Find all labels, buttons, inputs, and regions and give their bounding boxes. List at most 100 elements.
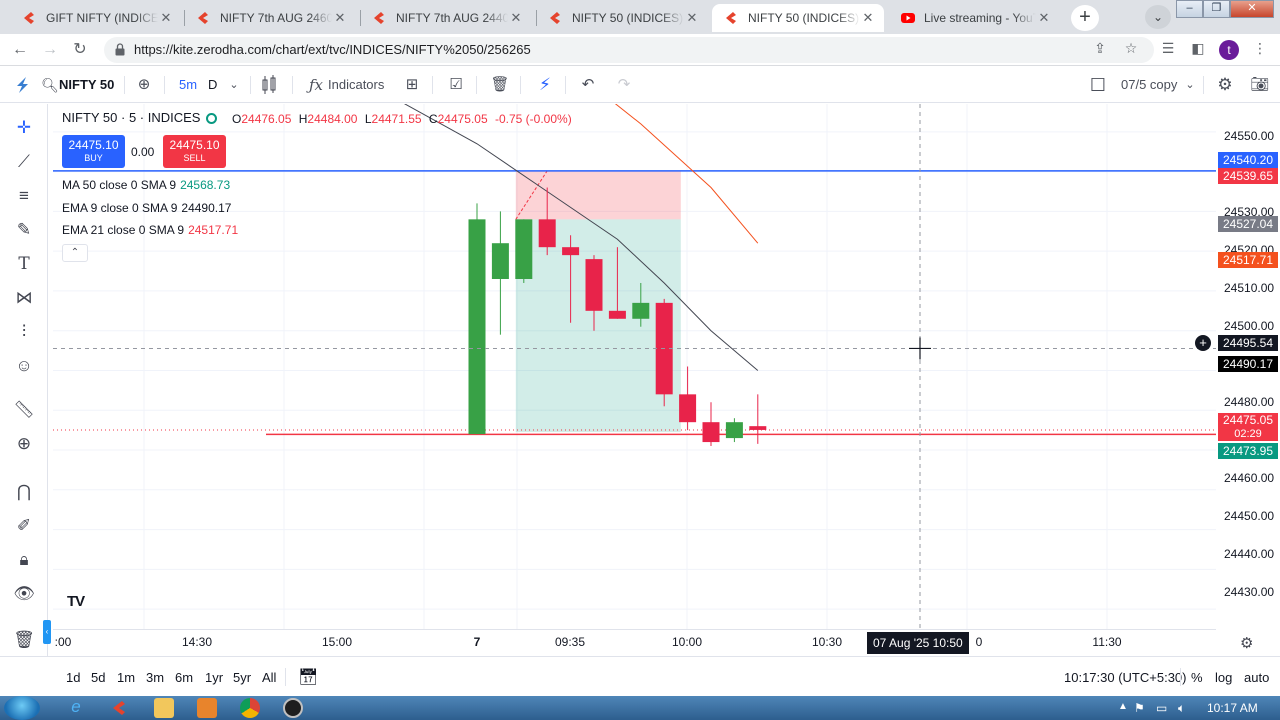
minimize-button[interactable]: – [1176,0,1203,18]
toolbar-collapse-handle[interactable]: ‹ [43,620,51,644]
tab-close-icon[interactable]: ✕ [508,10,524,26]
new-tab-button[interactable]: + [1071,5,1099,31]
clock-timezone[interactable]: 10:17:30 (UTC+5:30) [1064,670,1186,685]
indicator-legend-ma50[interactable]: MA 50 close 0 SMA 9 24568.73 [62,178,230,192]
restore-button[interactable]: ❐ [1203,0,1230,18]
candles-icon[interactable] [261,75,277,95]
media-player-icon[interactable] [197,698,217,718]
indicator-legend-ema9[interactable]: EMA 9 close 0 SMA 9 24490.17 [62,201,231,215]
omnibox[interactable]: https://kite.zerodha.com/chart/ext/tvc/I… [104,37,1154,63]
redo-icon[interactable]: ↷ [614,75,634,95]
range-1m[interactable]: 1m [117,670,135,685]
trash-icon[interactable]: 🗑︎ [12,628,36,652]
magnet-icon[interactable]: ⋂ [12,480,36,504]
layout-square-icon[interactable]: ☐ [1088,75,1108,95]
browser-tab[interactable]: NIFTY 50 (INDICES) 24 ✕ [536,4,708,32]
side-panel-icon[interactable]: ◧ [1188,38,1208,58]
pattern-tool-icon[interactable]: ⋈ [12,286,36,310]
browser-menu-icon[interactable]: ⋮ [1250,38,1270,58]
interval-selector[interactable]: 5m [179,75,197,95]
indicators-button[interactable]: Indicators [328,75,384,95]
tab-search-icon[interactable]: ⌄ [1145,5,1171,29]
network-icon[interactable]: ▭ [1156,701,1167,715]
share-icon[interactable]: ⇪ [1090,38,1110,58]
tradingview-logo[interactable]: TV [67,593,85,610]
add-alert-plus-icon[interactable]: + [1195,335,1211,351]
browser-tab[interactable]: GIFT NIFTY (INDICES) 2 ✕ [10,4,182,32]
goto-date-calendar-icon[interactable]: 📅︎ [298,667,318,687]
settings-gear-icon[interactable]: ⚙︎ [1215,75,1235,95]
crosshair-tool-icon[interactable]: ✛ [12,116,36,140]
eye-visibility-icon[interactable]: 👁︎ [12,582,36,606]
range-5yr[interactable]: 5yr [233,670,251,685]
range-1d[interactable]: 1d [66,670,80,685]
range-6m[interactable]: 6m [175,670,193,685]
percent-scale-toggle[interactable]: % [1191,670,1203,685]
tab-close-icon[interactable]: ✕ [1036,10,1052,26]
internet-explorer-icon[interactable]: e [66,698,86,718]
buy-button[interactable]: 24475.10 BUY [62,135,125,168]
compare-add-icon[interactable]: ⊕ [134,75,154,95]
zoom-in-icon[interactable]: ⊕ [12,432,36,456]
tab-close-icon[interactable]: ✕ [158,10,174,26]
chevron-down-icon[interactable]: ⌄ [1180,75,1200,95]
search-icon[interactable]: 🔍︎ [40,75,60,95]
url-text[interactable]: https://kite.zerodha.com/chart/ext/tvc/I… [134,42,531,57]
trend-line-icon[interactable]: ⟋ [12,150,36,174]
reading-list-icon[interactable]: ☰ [1158,38,1178,58]
tray-up-arrow-icon[interactable]: ▲ [1118,701,1128,712]
chart-style-selector[interactable]: D [208,75,217,95]
forward-arrow-icon[interactable]: → [40,40,60,60]
browser-tab[interactable]: NIFTY 7th AUG 24400 ✕ [360,4,532,32]
browser-tab-active[interactable]: NIFTY 50 (INDICES) 24 ✕ [712,4,884,32]
sell-button[interactable]: 24475.10 SELL [163,135,226,168]
volume-icon[interactable]: 🔈︎ [1178,701,1185,716]
legend-collapse-chevron-up-icon[interactable]: ⌃ [62,244,88,262]
pen-brush-icon[interactable]: ✎ [12,218,36,242]
camera-icon[interactable]: 📷︎ [1250,75,1270,95]
horizontal-lines-icon[interactable]: ≡ [12,184,36,208]
lightning-icon[interactable]: ⚡︎ [535,75,555,95]
range-all[interactable]: All [262,670,276,685]
browser-tab[interactable]: NIFTY 7th AUG 24600 ✕ [184,4,356,32]
file-explorer-icon[interactable] [154,698,174,718]
indicators-fx-icon[interactable]: ƒx [306,75,326,95]
range-1yr[interactable]: 1yr [205,670,223,685]
browser-tab[interactable]: Live streaming - YouTu ✕ [888,4,1060,32]
symbol-legend[interactable]: NIFTY 50 · 5 · INDICES [62,110,200,125]
obs-recorder-icon[interactable] [283,698,303,718]
lock-drawing-pencil-icon[interactable]: ✐ [12,514,36,538]
chrome-icon[interactable] [240,698,260,718]
prediction-tool-icon[interactable]: ⫶ [12,320,36,344]
auto-scale-toggle[interactable]: auto [1244,670,1269,685]
chevron-down-icon[interactable]: ⌄ [224,75,244,95]
bookmark-star-icon[interactable]: ☆ [1121,38,1141,58]
symbol-search[interactable]: NIFTY 50 [59,75,114,95]
time-axis[interactable]: :00 14:30 15:00 7 09:35 10:00 10:30 0 11… [53,629,1216,655]
tab-close-icon[interactable]: ✕ [860,10,876,26]
profile-avatar[interactable]: t [1219,40,1239,60]
undo-icon[interactable]: ↶ [578,75,598,95]
log-scale-toggle[interactable]: log [1215,670,1232,685]
templates-grid-icon[interactable]: ⊞ [402,75,422,95]
system-clock[interactable]: 10:17 AM [1207,701,1258,715]
flag-icon[interactable]: ⚑ [1134,701,1145,715]
trash-icon[interactable]: 🗑︎ [490,75,510,95]
tab-close-icon[interactable]: ✕ [684,10,700,26]
range-3m[interactable]: 3m [146,670,164,685]
lock-icon[interactable]: 🔒︎ [12,548,36,572]
text-tool-icon[interactable]: T [12,252,36,276]
close-window-button[interactable]: ✕ [1230,0,1274,18]
tab-close-icon[interactable]: ✕ [332,10,348,26]
back-arrow-icon[interactable]: ← [10,40,30,60]
layout-name[interactable]: 07/5 copy [1121,75,1177,95]
emoji-icon[interactable]: ☺ [12,354,36,378]
alert-check-icon[interactable]: ☑ [446,75,466,95]
price-axis[interactable]: 24550.00 24530.00 24520.00 24510.00 2450… [1216,104,1280,629]
axis-settings-gear-icon[interactable]: ⚙︎ [1240,634,1253,652]
kite-app-icon[interactable] [110,698,130,718]
ruler-icon[interactable]: 📏︎ [12,398,36,422]
reload-icon[interactable]: ↻ [70,40,90,60]
indicator-legend-ema21[interactable]: EMA 21 close 0 SMA 9 24517.71 [62,223,238,237]
range-5d[interactable]: 5d [91,670,105,685]
